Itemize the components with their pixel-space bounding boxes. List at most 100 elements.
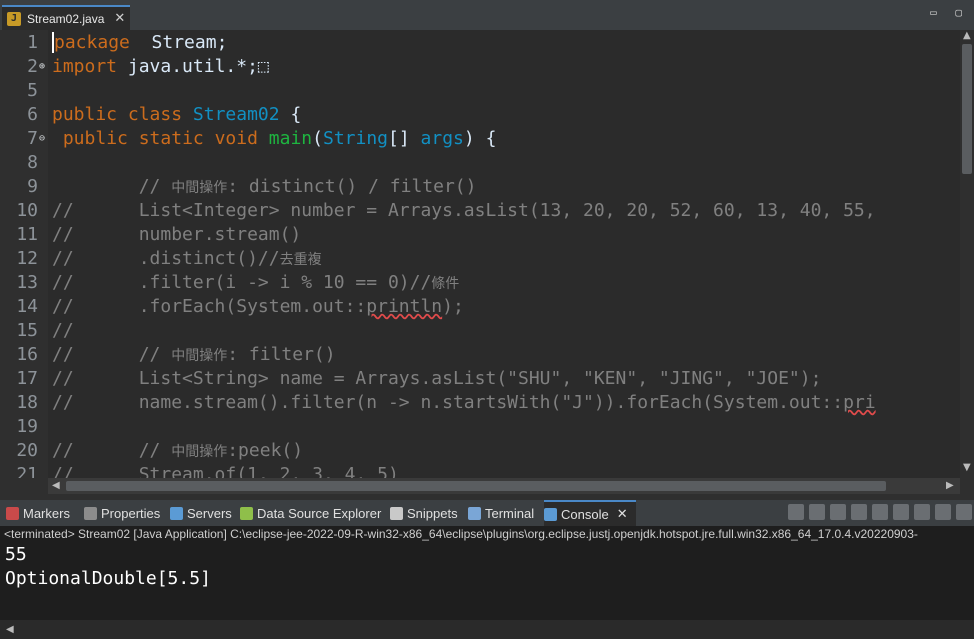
view-tab-snippets[interactable]: Snippets — [390, 500, 460, 526]
code-text: public static void main(String[] args) { — [62, 128, 497, 149]
vertical-scroll-thumb[interactable] — [962, 44, 972, 174]
code-line[interactable]: 8 — [0, 151, 960, 175]
code-text: // // 中間操作: filter() — [52, 344, 336, 365]
view-tab-bar: Markers Properties Servers Data Source Expl… — [0, 500, 974, 526]
remove-launch-icon[interactable] — [809, 504, 825, 520]
code-text: // .distinct()//去重複 — [52, 248, 322, 269]
view-tab-label: Snippets — [407, 505, 458, 521]
code-line[interactable]: 11 // number.stream() — [0, 223, 960, 247]
view-tab-label: Properties — [101, 505, 161, 521]
scroll-up-arrow-icon[interactable]: ▲ — [963, 30, 971, 41]
code-text: import java.util.*;⬚ — [52, 56, 269, 77]
view-tab-servers[interactable]: Servers — [170, 500, 234, 526]
code-text: // .filter(i -> i % 10 == 0)//條件 — [52, 272, 460, 293]
code-text: // List<Integer> number = Arrays.asList(… — [52, 200, 876, 221]
code-text: // .forEach(System.out::println); — [52, 296, 464, 317]
editor-tab-bar: J Stream02.java ✕ ▭ ▢ — [0, 0, 974, 30]
code-line[interactable]: 13 // .filter(i -> i % 10 == 0)//條件 — [0, 271, 960, 295]
code-line[interactable]: 17 // List<String> name = Arrays.asList("… — [0, 367, 960, 391]
editor-tab-stream02[interactable]: J Stream02.java ✕ — [2, 5, 130, 30]
console-output-line: 55 — [5, 544, 27, 565]
editor-tab-label: Stream02.java — [27, 11, 105, 26]
horizontal-scroll-thumb[interactable] — [66, 481, 886, 491]
line-number: 1 — [27, 32, 38, 53]
line-number: 18 — [16, 392, 38, 413]
close-icon[interactable]: ✕ — [617, 506, 628, 522]
code-text: // // 中間操作:peek() — [52, 440, 304, 461]
line-number: 19 — [16, 416, 38, 437]
pin-console-icon[interactable] — [914, 504, 930, 520]
display-console-icon[interactable] — [935, 504, 951, 520]
code-line[interactable]: 18 // name.stream().filter(n -> n.startsW… — [0, 391, 960, 415]
window-buttons[interactable]: ▭ ▢ — [930, 6, 968, 19]
code-line[interactable]: 14 // .forEach(System.out::println); — [0, 295, 960, 319]
line-number: 6 — [27, 104, 38, 125]
view-tab-console[interactable]: Console ✕ — [544, 500, 636, 526]
code-editor[interactable]: 1 package Stream; 2 ⊕ import java.util.*;⬚ 5 6… — [0, 30, 974, 478]
code-line[interactable]: 9 // 中間操作: distinct() / filter() — [0, 175, 960, 199]
view-tab-label: Data Source Explorer — [257, 505, 382, 521]
snippets-icon — [390, 506, 403, 520]
code-line[interactable]: 5 — [0, 79, 960, 103]
view-tab-properties[interactable]: Properties — [84, 500, 162, 526]
vertical-scrollbar[interactable]: ▲ ▼ — [960, 30, 974, 478]
java-file-icon: J — [7, 11, 21, 26]
scroll-right-arrow-icon[interactable]: ▶ — [946, 480, 954, 491]
markers-icon — [6, 506, 19, 520]
line-number: 10 — [16, 200, 38, 221]
terminated-label: <terminated> Stream02 [Java Application]… — [4, 527, 918, 541]
view-tab-label: Terminal — [485, 505, 535, 521]
clear-console-icon[interactable] — [851, 504, 867, 520]
terminate-icon[interactable] — [788, 504, 804, 520]
horizontal-scrollbar[interactable]: ◀ ▶ — [48, 478, 960, 494]
line-number: 15 — [16, 320, 38, 341]
code-line[interactable]: 15 // — [0, 319, 960, 343]
line-number: 21 — [16, 464, 38, 478]
remove-all-terminated-icon[interactable] — [830, 504, 846, 520]
code-line[interactable]: 16 // // 中間操作: filter() — [0, 343, 960, 367]
servers-icon — [170, 506, 183, 520]
code-line[interactable]: 10 // List<Integer> number = Arrays.asLis… — [0, 199, 960, 223]
code-line[interactable]: 1 package Stream; — [0, 31, 960, 55]
console-horizontal-scrollbar[interactable]: ◀ — [0, 620, 974, 639]
code-line[interactable]: 12 // .distinct()//去重複 — [0, 247, 960, 271]
code-line[interactable]: 19 — [0, 415, 960, 439]
open-console-icon[interactable] — [956, 504, 972, 520]
code-text: // Stream.of(1, 2, 3, 4, 5) — [52, 464, 399, 478]
scroll-down-arrow-icon[interactable]: ▼ — [963, 462, 971, 473]
code-text: // 中間操作: distinct() / filter() — [52, 176, 477, 197]
view-tab-terminal[interactable]: Terminal — [468, 500, 538, 526]
word-wrap-icon[interactable] — [893, 504, 909, 520]
code-line[interactable]: 20 // // 中間操作:peek() — [0, 439, 960, 463]
console-icon — [544, 507, 557, 521]
view-tab-markers[interactable]: Markers — [6, 500, 78, 526]
console-output-line: OptionalDouble[5.5] — [5, 568, 211, 589]
code-text: public class Stream02 { — [52, 104, 302, 125]
view-tab-label: Servers — [187, 505, 232, 521]
console-toolbar — [788, 504, 972, 520]
scroll-left-arrow-icon[interactable]: ◀ — [52, 480, 60, 491]
data-source-icon — [240, 506, 253, 520]
scroll-lock-icon[interactable] — [872, 504, 888, 520]
line-number: 9 — [27, 176, 38, 197]
code-line[interactable]: 7 ⊖ public static void main(String[] args… — [0, 127, 960, 151]
line-number: 14 — [16, 296, 38, 317]
line-number: 11 — [16, 224, 38, 245]
scroll-left-arrow-icon[interactable]: ◀ — [6, 624, 14, 635]
code-text: // name.stream().filter(n -> n.startsWit… — [52, 392, 876, 413]
console-view[interactable]: <terminated> Stream02 [Java Application]… — [0, 526, 974, 639]
properties-icon — [84, 506, 97, 520]
line-number: 8 — [27, 152, 38, 173]
fold-toggle-icon[interactable]: ⊖ — [39, 127, 45, 151]
code-text: // List<String> name = Arrays.asList("SH… — [52, 368, 822, 389]
line-number: 2 — [27, 56, 38, 77]
line-number: 13 — [16, 272, 38, 293]
code-line[interactable]: 2 ⊕ import java.util.*;⬚ — [0, 55, 960, 79]
view-tab-data-source-explorer[interactable]: Data Source Explorer — [240, 500, 382, 526]
code-text: package Stream; — [52, 32, 228, 53]
view-tab-label: Markers — [23, 505, 70, 521]
code-line[interactable]: 6 public class Stream02 { — [0, 103, 960, 127]
fold-toggle-icon[interactable]: ⊕ — [39, 55, 45, 79]
close-icon[interactable]: ✕ — [114, 11, 125, 26]
code-line[interactable]: 21 // Stream.of(1, 2, 3, 4, 5) — [0, 463, 960, 478]
